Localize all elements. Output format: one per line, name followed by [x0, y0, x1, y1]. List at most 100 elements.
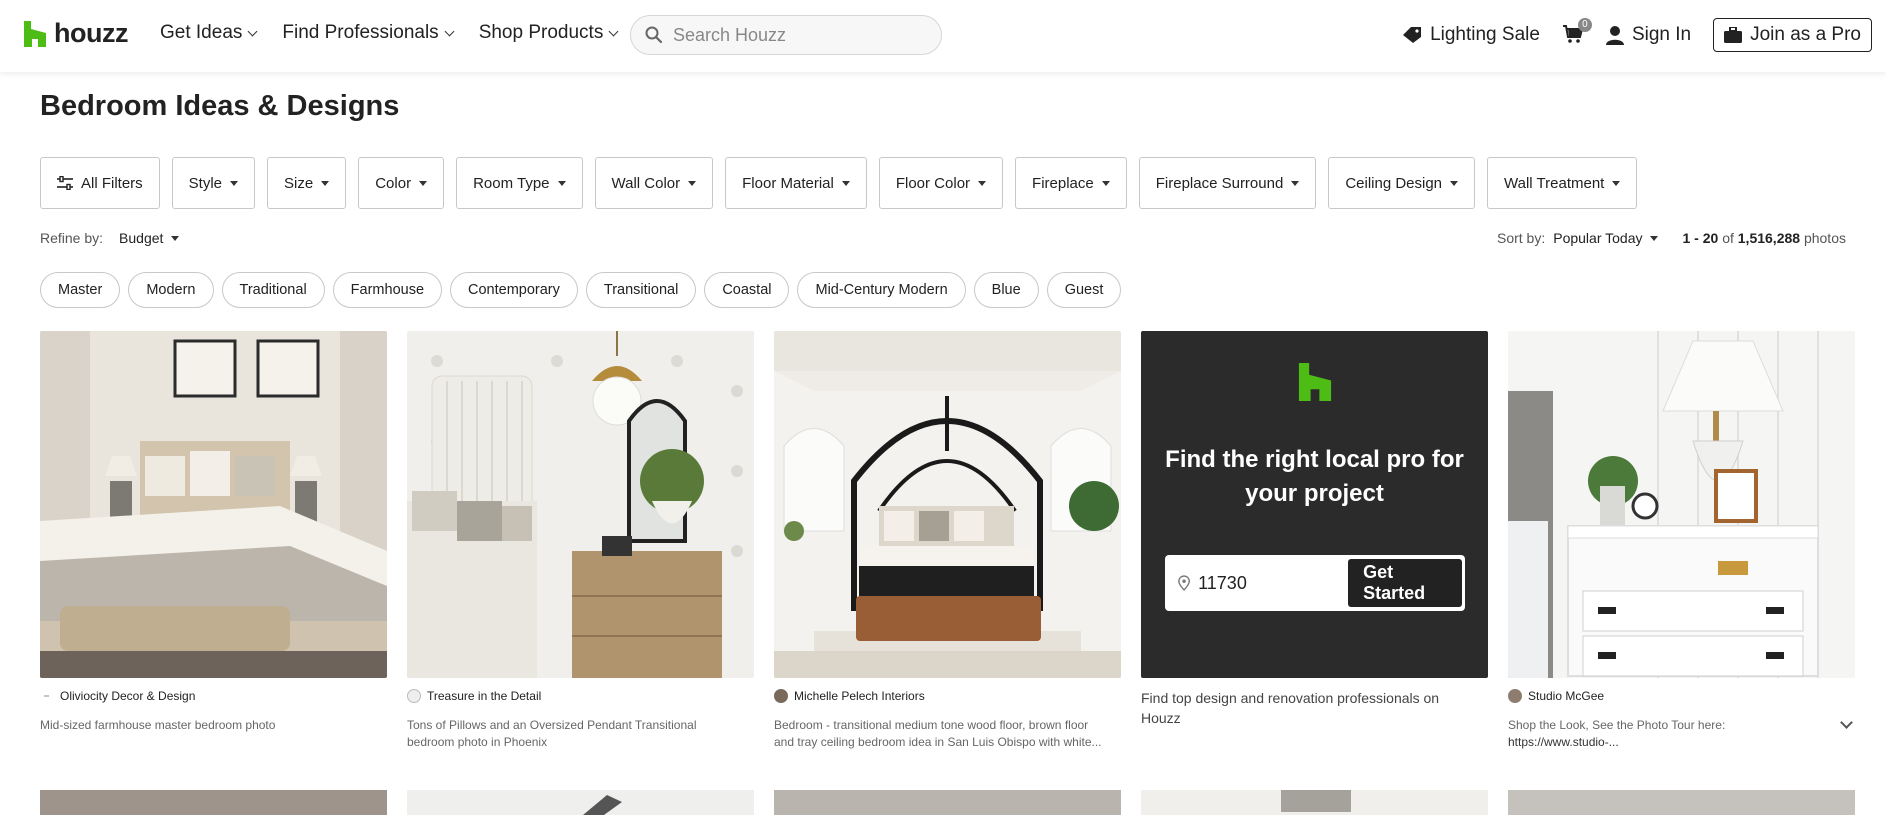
refine-label: Refine by:: [40, 230, 104, 246]
search-box[interactable]: [630, 15, 942, 55]
photo-card[interactable]: Oliviocity Decor & Design Mid-sized farm…: [40, 331, 387, 734]
chip-guest[interactable]: Guest: [1046, 272, 1122, 308]
count-range: 1 - 20: [1682, 230, 1719, 246]
get-started-button[interactable]: Get Started: [1348, 559, 1462, 607]
photo-card[interactable]: Michelle Pelech Interiors Bedroom - tran…: [774, 331, 1121, 751]
count-total: 1,516,288: [1737, 230, 1801, 246]
nav-find-professionals-label: Find Professionals: [282, 22, 439, 43]
nav-shop-products[interactable]: Shop Products: [479, 22, 619, 44]
card-description-link[interactable]: https://www.studio-...: [1508, 735, 1619, 749]
tag-icon: [1403, 27, 1422, 43]
filter-floor-material[interactable]: Floor Material: [725, 157, 867, 209]
photo-card-peek[interactable]: [1141, 790, 1488, 815]
chevron-down-icon: [608, 26, 619, 36]
chip-master[interactable]: Master: [40, 272, 121, 308]
filter-label: Fireplace Surround: [1155, 174, 1284, 192]
caret-down-icon: [1101, 180, 1110, 186]
location-pin-icon: [1178, 575, 1190, 591]
card-author[interactable]: Michelle Pelech Interiors: [774, 689, 1121, 703]
caret-down-icon: [688, 180, 697, 186]
author-name: Treasure in the Detail: [427, 689, 542, 703]
chip-coastal[interactable]: Coastal: [704, 272, 790, 308]
photo-card[interactable]: Treasure in the Detail Tons of Pillows a…: [407, 331, 754, 751]
houzz-logo-icon: [1298, 363, 1332, 401]
card-author[interactable]: Studio McGee: [1508, 689, 1855, 703]
zip-form: Get Started: [1165, 555, 1465, 611]
cart-count-badge: 0: [1577, 18, 1592, 32]
page-title: Bedroom Ideas & Designs: [40, 90, 400, 122]
all-filters-button[interactable]: All Filters: [40, 157, 160, 209]
author-name: Oliviocity Decor & Design: [60, 689, 196, 703]
photo-arched-canopy-bedroom[interactable]: [774, 331, 1121, 678]
sign-in-label: Sign In: [1631, 24, 1692, 45]
card-description: Shop the Look, See the Photo Tour here: …: [1508, 717, 1838, 751]
nav-get-ideas[interactable]: Get Ideas: [160, 22, 258, 44]
top-header: houzz Get Ideas Find Professionals Shop …: [0, 0, 1886, 72]
chip-traditional[interactable]: Traditional: [221, 272, 325, 308]
filter-fireplace[interactable]: Fireplace: [1015, 157, 1127, 209]
photo-card-peek[interactable]: [1508, 790, 1855, 815]
chip-blue[interactable]: Blue: [973, 272, 1039, 308]
budget-dropdown[interactable]: Budget: [119, 230, 180, 246]
filter-wall-treatment[interactable]: Wall Treatment: [1487, 157, 1638, 209]
filter-ceiling-design[interactable]: Ceiling Design: [1328, 157, 1476, 209]
cart-button[interactable]: 0: [1562, 18, 1592, 46]
filter-label: Ceiling Design: [1345, 174, 1443, 192]
filter-label: Size: [284, 174, 314, 192]
photo-card-peek[interactable]: [40, 790, 387, 815]
photo-white-nightstand[interactable]: [1508, 331, 1855, 678]
filter-color[interactable]: Color: [358, 157, 445, 209]
houzz-logo[interactable]: houzz: [24, 18, 128, 49]
chevron-down-icon: [444, 26, 455, 36]
sign-in-link[interactable]: Sign In: [1605, 24, 1692, 46]
card-description-line: Shop the Look, See the Photo Tour here:: [1508, 718, 1726, 732]
all-filters-label: All Filters: [81, 174, 143, 192]
photo-card-peek[interactable]: [774, 790, 1121, 815]
card-author[interactable]: Oliviocity Decor & Design: [40, 689, 387, 703]
chip-farmhouse[interactable]: Farmhouse: [332, 272, 443, 308]
filter-room-type[interactable]: Room Type: [456, 157, 583, 209]
caret-down-icon: [321, 180, 330, 186]
sort-dropdown[interactable]: Popular Today: [1553, 230, 1659, 246]
card-author[interactable]: Treasure in the Detail: [407, 689, 754, 703]
filter-style[interactable]: Style: [171, 157, 256, 209]
author-name: Studio McGee: [1528, 689, 1605, 703]
filter-label: Floor Material: [742, 174, 834, 192]
user-icon: [1605, 26, 1624, 45]
count-of: of: [1722, 230, 1734, 246]
photo-transitional-bedroom[interactable]: [407, 331, 754, 678]
card-description: Mid-sized farmhouse master bedroom photo: [40, 718, 276, 732]
chip-mid-century-modern[interactable]: Mid-Century Modern: [797, 272, 966, 308]
card-description: Bedroom - transitional medium tone wood …: [774, 718, 1102, 749]
search-input[interactable]: [673, 24, 933, 46]
nav-find-professionals[interactable]: Find Professionals: [282, 22, 455, 44]
avatar: [774, 689, 788, 703]
sort-label: Sort by:: [1496, 230, 1546, 246]
filter-fireplace-surround[interactable]: Fireplace Surround: [1138, 157, 1317, 209]
chip-contemporary[interactable]: Contemporary: [450, 272, 578, 308]
photo-card[interactable]: Studio McGee Shop the Look, See the Phot…: [1508, 331, 1855, 751]
chip-modern[interactable]: Modern: [128, 272, 214, 308]
zip-input[interactable]: [1198, 572, 1349, 594]
chevron-down-icon: [247, 26, 258, 36]
lighting-sale-link[interactable]: Lighting Sale: [1402, 24, 1540, 46]
join-as-pro-button[interactable]: Join as a Pro: [1713, 18, 1872, 52]
sort-row: Sort by: Popular Today 1 - 20 of 1,516,2…: [1497, 230, 1846, 246]
filter-label: Wall Treatment: [1504, 174, 1605, 192]
houzz-logo-icon: [24, 20, 46, 47]
photo-farmhouse-bedroom[interactable]: [40, 331, 387, 678]
filter-wall-color[interactable]: Wall Color: [594, 157, 714, 209]
refine-row: Refine by: Budget: [40, 230, 180, 246]
briefcase-icon: [1724, 27, 1743, 43]
result-count: 1 - 20 of 1,516,288 photos: [1682, 230, 1846, 246]
filter-label: Fireplace: [1032, 174, 1094, 192]
chip-transitional[interactable]: Transitional: [585, 272, 697, 308]
avatar: [407, 689, 421, 703]
count-unit: photos: [1803, 230, 1846, 246]
filter-floor-color[interactable]: Floor Color: [878, 157, 1004, 209]
filter-size[interactable]: Size: [267, 157, 347, 209]
search-icon: [645, 26, 663, 44]
photo-card-peek[interactable]: [407, 790, 754, 815]
filter-label: Color: [375, 174, 412, 192]
caret-down-icon: [171, 235, 180, 241]
